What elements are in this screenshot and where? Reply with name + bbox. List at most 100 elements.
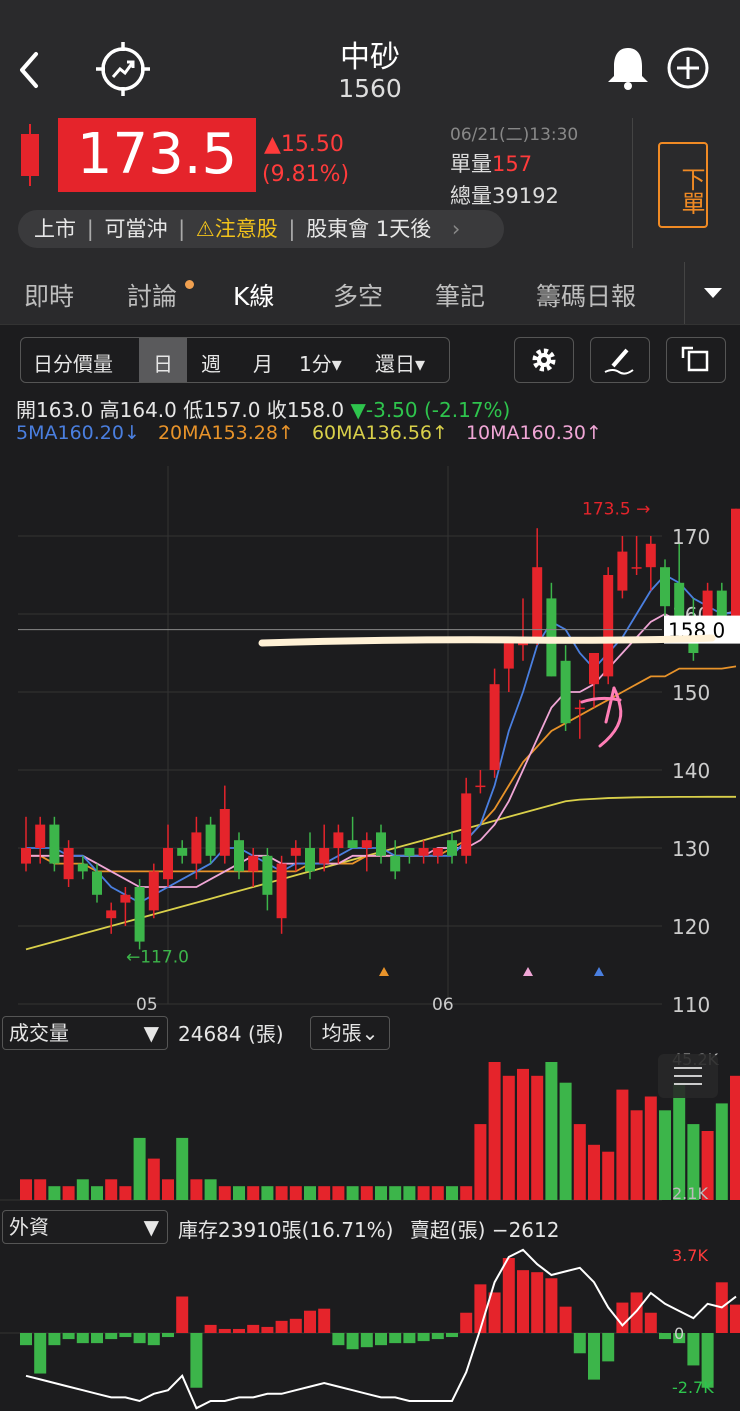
price-chart[interactable]: 17016015014013012011005 06 158.0173.5 →←1… <box>0 456 740 1016</box>
foreign-bar <box>644 1312 657 1333</box>
volume-bar <box>460 1186 473 1200</box>
foreign-selector-label: 外資 <box>9 1215 49 1239</box>
volume-bar <box>147 1158 160 1200</box>
candle-body <box>532 567 543 638</box>
volume-chart[interactable] <box>0 1050 740 1210</box>
tab-kline[interactable]: K線 <box>233 277 274 313</box>
volume-bar <box>616 1089 629 1200</box>
volume-bar <box>559 1082 572 1200</box>
candle-body <box>106 910 117 919</box>
foreign-bar <box>375 1333 387 1346</box>
day-change: ▼-3.50 (-2.17%) <box>350 398 511 422</box>
tab-chips-daily[interactable]: 籌碼日報 <box>536 277 636 313</box>
rotate-button[interactable] <box>666 337 726 383</box>
foreign-bar <box>275 1320 288 1333</box>
candle-body <box>305 848 315 872</box>
volume-bar <box>91 1186 103 1200</box>
menu-lines-icon <box>674 1067 702 1085</box>
volume-bar <box>190 1179 203 1200</box>
signal-triangle <box>523 967 533 976</box>
candle-body <box>92 871 102 895</box>
tab-bullbear[interactable]: 多空 <box>333 277 383 313</box>
volume-mode-selector[interactable]: 均張⌄ <box>310 1016 390 1050</box>
status-tags[interactable]: 上市 | 可當沖 | ⚠注意股 | 股東會 1天後 › <box>18 210 504 248</box>
volume-bar <box>360 1186 373 1200</box>
draw-button[interactable] <box>590 337 650 383</box>
period-intraday[interactable]: 日分價量 <box>33 348 113 377</box>
candle-body <box>49 824 60 864</box>
candle-body <box>290 848 301 856</box>
foreign-bar <box>431 1333 444 1340</box>
bell-icon[interactable] <box>604 44 652 92</box>
total-volume: 39192 <box>492 184 559 208</box>
dropdown-arrow-icon: ▼ <box>143 1021 159 1045</box>
order-button[interactable]: 下單 <box>658 142 708 228</box>
candle-body <box>731 508 740 630</box>
volume-bar <box>105 1179 118 1200</box>
foreign-bar <box>147 1333 160 1346</box>
tab-discussion[interactable]: 討論 <box>127 277 177 313</box>
volume-bar <box>730 1075 740 1200</box>
candle-body <box>234 840 244 872</box>
volume-bar <box>304 1186 316 1200</box>
drag-handle[interactable] <box>658 1054 718 1098</box>
candle-body <box>276 863 287 919</box>
candle-body <box>574 707 585 710</box>
volume-bar <box>289 1186 302 1200</box>
volume-bar <box>218 1186 231 1200</box>
tag-meeting: 股東會 1天後 <box>306 217 432 241</box>
foreign-bar <box>588 1333 600 1380</box>
tab-realtime[interactable]: 即時 <box>24 277 74 313</box>
price-change-pct: (9.81%) <box>262 162 350 187</box>
candle-body <box>333 832 344 848</box>
volume-selector[interactable]: 成交量 ▼ <box>2 1016 168 1050</box>
foreign-bar <box>346 1333 359 1350</box>
candle-body <box>163 848 173 880</box>
tag-warning: 注意股 <box>214 217 278 241</box>
foreign-bar <box>34 1333 47 1374</box>
volume-bar <box>204 1179 217 1200</box>
foreign-info: 庫存23910張(16.71%) 賣超(張) −2612 <box>178 1214 559 1243</box>
gear-icon <box>532 348 556 372</box>
foreign-bar <box>360 1333 373 1348</box>
dropdown-icon[interactable] <box>702 286 724 300</box>
signal-triangle <box>594 967 604 976</box>
foreign-bar <box>446 1333 458 1338</box>
tag-market: 上市 <box>34 217 76 241</box>
foreign-bar <box>545 1278 558 1333</box>
period-week[interactable]: 週 <box>201 348 221 377</box>
volume-min-label: 2.1K <box>672 1184 708 1203</box>
volume-selector-label: 成交量 <box>9 1021 69 1045</box>
foreign-bar <box>247 1324 260 1333</box>
volume-bar <box>517 1068 529 1200</box>
volume-bar <box>446 1186 458 1200</box>
settings-button[interactable] <box>514 337 574 383</box>
foreign-bar <box>133 1333 146 1344</box>
volume-bar <box>233 1186 245 1200</box>
foreign-bar <box>318 1308 331 1333</box>
period-day[interactable]: 日 <box>153 348 173 377</box>
volume-bar <box>488 1062 501 1200</box>
foreign-bar <box>289 1318 302 1333</box>
tab-notes[interactable]: 筆記 <box>435 277 485 313</box>
foreign-selector[interactable]: 外資 ▼ <box>2 1210 168 1244</box>
foreign-chart[interactable] <box>0 1244 740 1411</box>
y-tick-label: 150 <box>672 681 710 705</box>
volume-bar <box>602 1151 615 1200</box>
foreign-bar <box>119 1333 132 1338</box>
candle-body <box>120 894 131 903</box>
candle-body <box>390 855 401 872</box>
volume-bar <box>588 1144 600 1200</box>
plus-circle-icon[interactable] <box>666 46 710 90</box>
period-month[interactable]: 月 <box>253 348 273 377</box>
volume-bar <box>247 1186 260 1200</box>
foreign-bar <box>630 1292 643 1333</box>
foreign-zero-label: 0 <box>674 1324 685 1343</box>
period-adjust[interactable]: 還日▾ <box>375 348 425 377</box>
volume-bar <box>502 1075 515 1200</box>
period-minute[interactable]: 1分▾ <box>299 348 342 377</box>
signal-triangle <box>379 967 389 976</box>
foreign-bar <box>20 1333 32 1346</box>
foreign-bar <box>218 1328 231 1333</box>
candle-body <box>376 832 386 856</box>
